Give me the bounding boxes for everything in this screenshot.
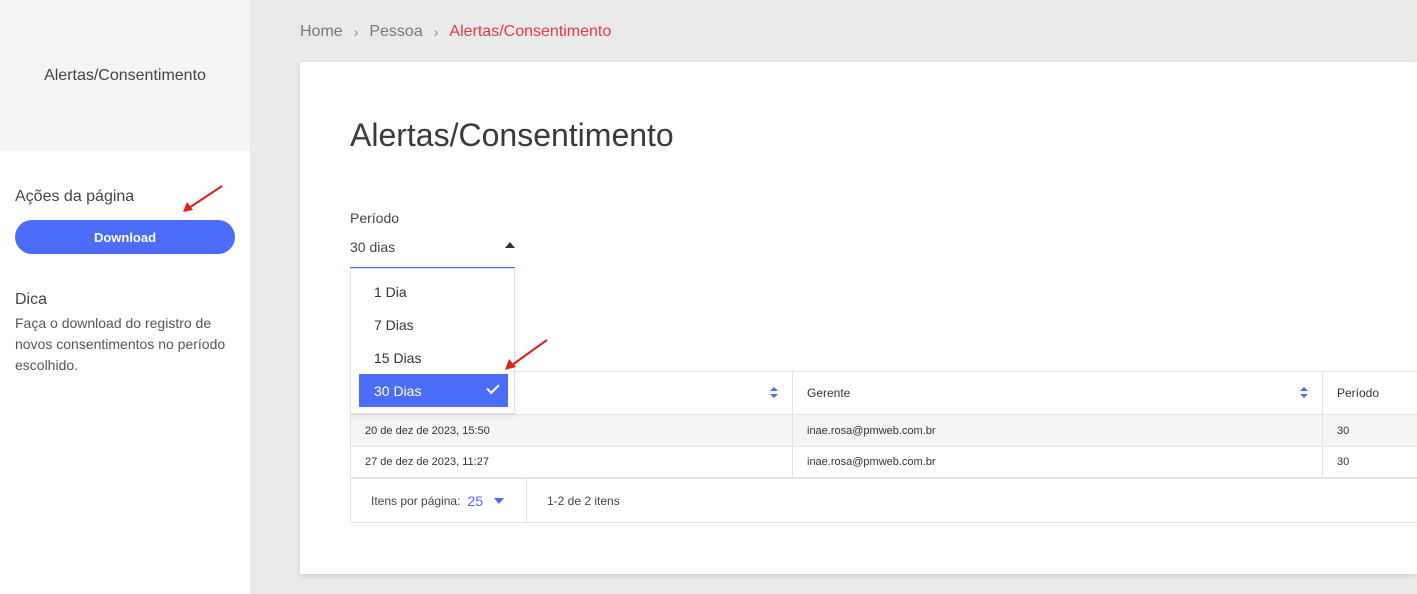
cell-date: 20 de dez de 2023, 15:50 bbox=[351, 415, 793, 446]
items-per-page: Itens por página: 25 bbox=[351, 479, 527, 522]
period-option-15[interactable]: 15 Dias bbox=[359, 341, 508, 374]
chevron-right-icon: › bbox=[353, 24, 359, 40]
table-row: 27 de dez de 2023, 11:27 inae.rosa@pmweb… bbox=[350, 447, 1417, 479]
annotation-arrow-icon bbox=[183, 185, 223, 212]
page-title: Alertas/Consentimento bbox=[350, 117, 674, 153]
tip-text: Faça o download do registro de novos con… bbox=[15, 315, 226, 373]
breadcrumb-current: Alertas/Consentimento bbox=[449, 23, 612, 40]
period-dropdown-menu: 1 Dia 7 Dias 15 Dias 30 Dias bbox=[350, 268, 515, 414]
cell-gerente: inae.rosa@pmweb.com.br bbox=[793, 415, 1323, 446]
download-button[interactable]: Download bbox=[15, 220, 235, 254]
period-label: Período bbox=[350, 210, 400, 226]
period-option-7[interactable]: 7 Dias bbox=[359, 308, 508, 341]
column-header-periodo[interactable]: Período bbox=[1323, 372, 1417, 414]
tip-title: Dica bbox=[15, 291, 48, 308]
column-header-gerente[interactable]: Gerente bbox=[793, 372, 1323, 414]
sort-icon[interactable] bbox=[1300, 387, 1308, 399]
period-select[interactable]: 30 dias bbox=[350, 232, 515, 269]
period-select-value: 30 dias bbox=[350, 239, 396, 255]
cell-periodo: 30 bbox=[1337, 456, 1350, 468]
period-option-1[interactable]: 1 Dia bbox=[359, 275, 508, 308]
table-row: 20 de dez de 2023, 15:50 inae.rosa@pmweb… bbox=[350, 415, 1417, 447]
pagination-range: 1-2 de 2 itens bbox=[547, 493, 620, 508]
check-icon bbox=[486, 380, 500, 395]
caret-up-icon bbox=[505, 242, 515, 248]
sidebar-header: Alertas/Consentimento bbox=[0, 0, 250, 151]
page-actions-title: Ações da página bbox=[15, 188, 135, 205]
cell-date: 27 de dez de 2023, 11:27 bbox=[351, 447, 793, 477]
cell-periodo: 30 bbox=[1337, 424, 1350, 437]
breadcrumb: Home › Pessoa › Alertas/Consentimento bbox=[300, 22, 611, 42]
sort-icon[interactable] bbox=[770, 387, 778, 399]
chevron-right-icon: › bbox=[433, 24, 439, 40]
items-per-page-value[interactable]: 25 bbox=[467, 493, 483, 509]
sidebar-title: Alertas/Consentimento bbox=[44, 66, 206, 84]
annotation-arrow-icon bbox=[505, 339, 548, 370]
period-option-30-label: 30 Dias bbox=[374, 382, 422, 399]
items-per-page-label: Itens por página: bbox=[371, 493, 461, 508]
sidebar: Alertas/Consentimento Ações da página Do… bbox=[0, 0, 250, 594]
pagination: Itens por página: 25 1-2 de 2 itens bbox=[350, 479, 1417, 523]
period-option-30[interactable]: 30 Dias bbox=[359, 374, 508, 407]
cell-gerente: inae.rosa@pmweb.com.br bbox=[793, 447, 1323, 477]
caret-down-icon[interactable] bbox=[493, 497, 504, 504]
breadcrumb-pessoa[interactable]: Pessoa bbox=[369, 23, 422, 41]
breadcrumb-home[interactable]: Home bbox=[300, 23, 343, 41]
